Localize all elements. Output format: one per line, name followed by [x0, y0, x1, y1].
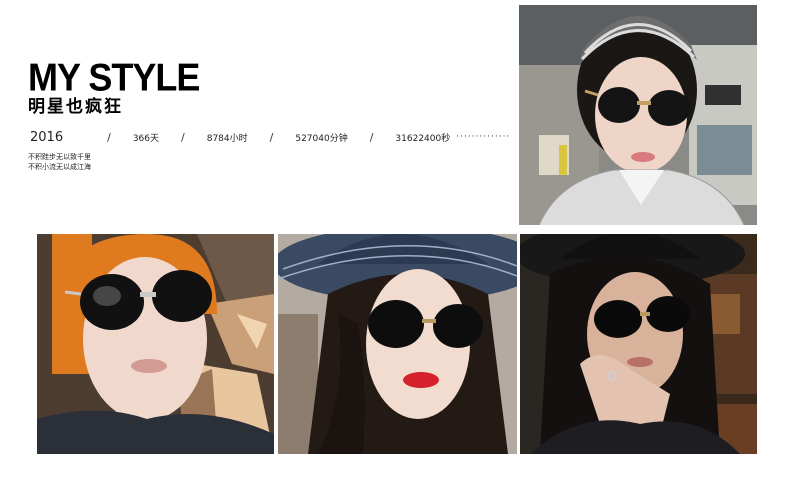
page-subtitle: 明星也疯狂	[28, 97, 123, 117]
motto: 不积跬步无以致千里 不积小流无以成江海	[28, 152, 91, 172]
stat-hours: 8784小时	[206, 133, 248, 144]
page-title: MY STYLE	[28, 54, 200, 100]
photo-woman-striped-headband	[519, 5, 757, 225]
photo-woman-orange-beanie	[37, 234, 274, 454]
separator: /	[107, 130, 111, 144]
stat-days: 366天	[132, 133, 159, 144]
separator: /	[369, 130, 374, 144]
motto-line-1: 不积跬步无以致千里	[28, 153, 91, 161]
stat-seconds: 31622400秒	[395, 133, 451, 144]
photo-woman-hat-hand-on-cheek	[520, 234, 757, 454]
stat-minutes: 527040分钟	[295, 133, 348, 144]
separator: /	[269, 130, 274, 144]
time-stats-row: 2016 / 366天 / 8784小时 / 527040分钟 / 316224…	[30, 128, 534, 146]
photo-woman-wide-brim-hat-red-lips	[278, 234, 517, 454]
separator: /	[181, 130, 185, 144]
stat-year: 2016	[30, 129, 64, 145]
motto-line-2: 不积小流无以成江海	[28, 163, 91, 171]
dotted-leader: ··············	[456, 132, 511, 142]
